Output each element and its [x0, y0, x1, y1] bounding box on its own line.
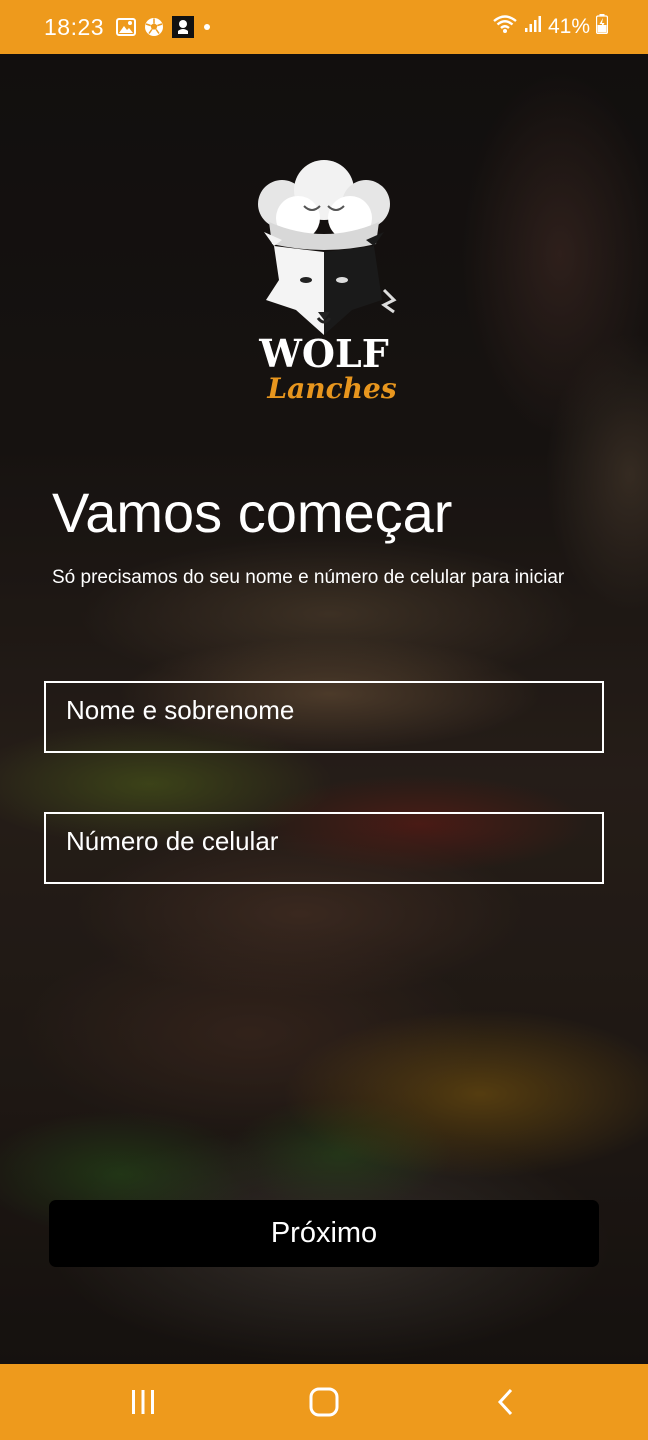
page-subtitle: Só precisamos do seu nome e número de ce… [52, 567, 565, 588]
home-button[interactable] [274, 1364, 374, 1440]
phone-input[interactable] [44, 812, 604, 884]
back-icon [497, 1388, 513, 1416]
back-button[interactable] [456, 1364, 556, 1440]
notification-icons [116, 16, 212, 38]
soccer-ball-icon [144, 17, 164, 37]
status-bar: 18:23 41% [0, 0, 648, 54]
status-right: 41% [492, 14, 609, 40]
recent-apps-icon [132, 1390, 154, 1414]
logo-brand-text: WOLF [258, 331, 388, 376]
battery-percent: 41% [547, 15, 590, 38]
gallery-icon [116, 18, 137, 36]
app-notification-icon [172, 16, 195, 38]
home-icon [309, 1387, 339, 1417]
chef-hat-icon [258, 160, 390, 250]
wolf-lanches-logo: WOLF Lanches [258, 160, 397, 405]
signal-icon [524, 15, 542, 39]
app-screen: 18:23 41% WOLF Lanches Vamos começar Só … [0, 0, 648, 1440]
dot-icon [202, 22, 212, 32]
name-input[interactable] [44, 681, 604, 753]
navigation-bar [0, 1364, 648, 1440]
recent-apps-button[interactable] [93, 1364, 193, 1440]
page-title: Vamos começar [52, 481, 453, 544]
logo-script-text: Lanches [266, 372, 396, 405]
wifi-icon [492, 14, 518, 40]
status-time: 18:23 [44, 13, 105, 40]
next-button[interactable]: Próximo [49, 1200, 599, 1267]
battery-charging-icon [595, 14, 609, 40]
